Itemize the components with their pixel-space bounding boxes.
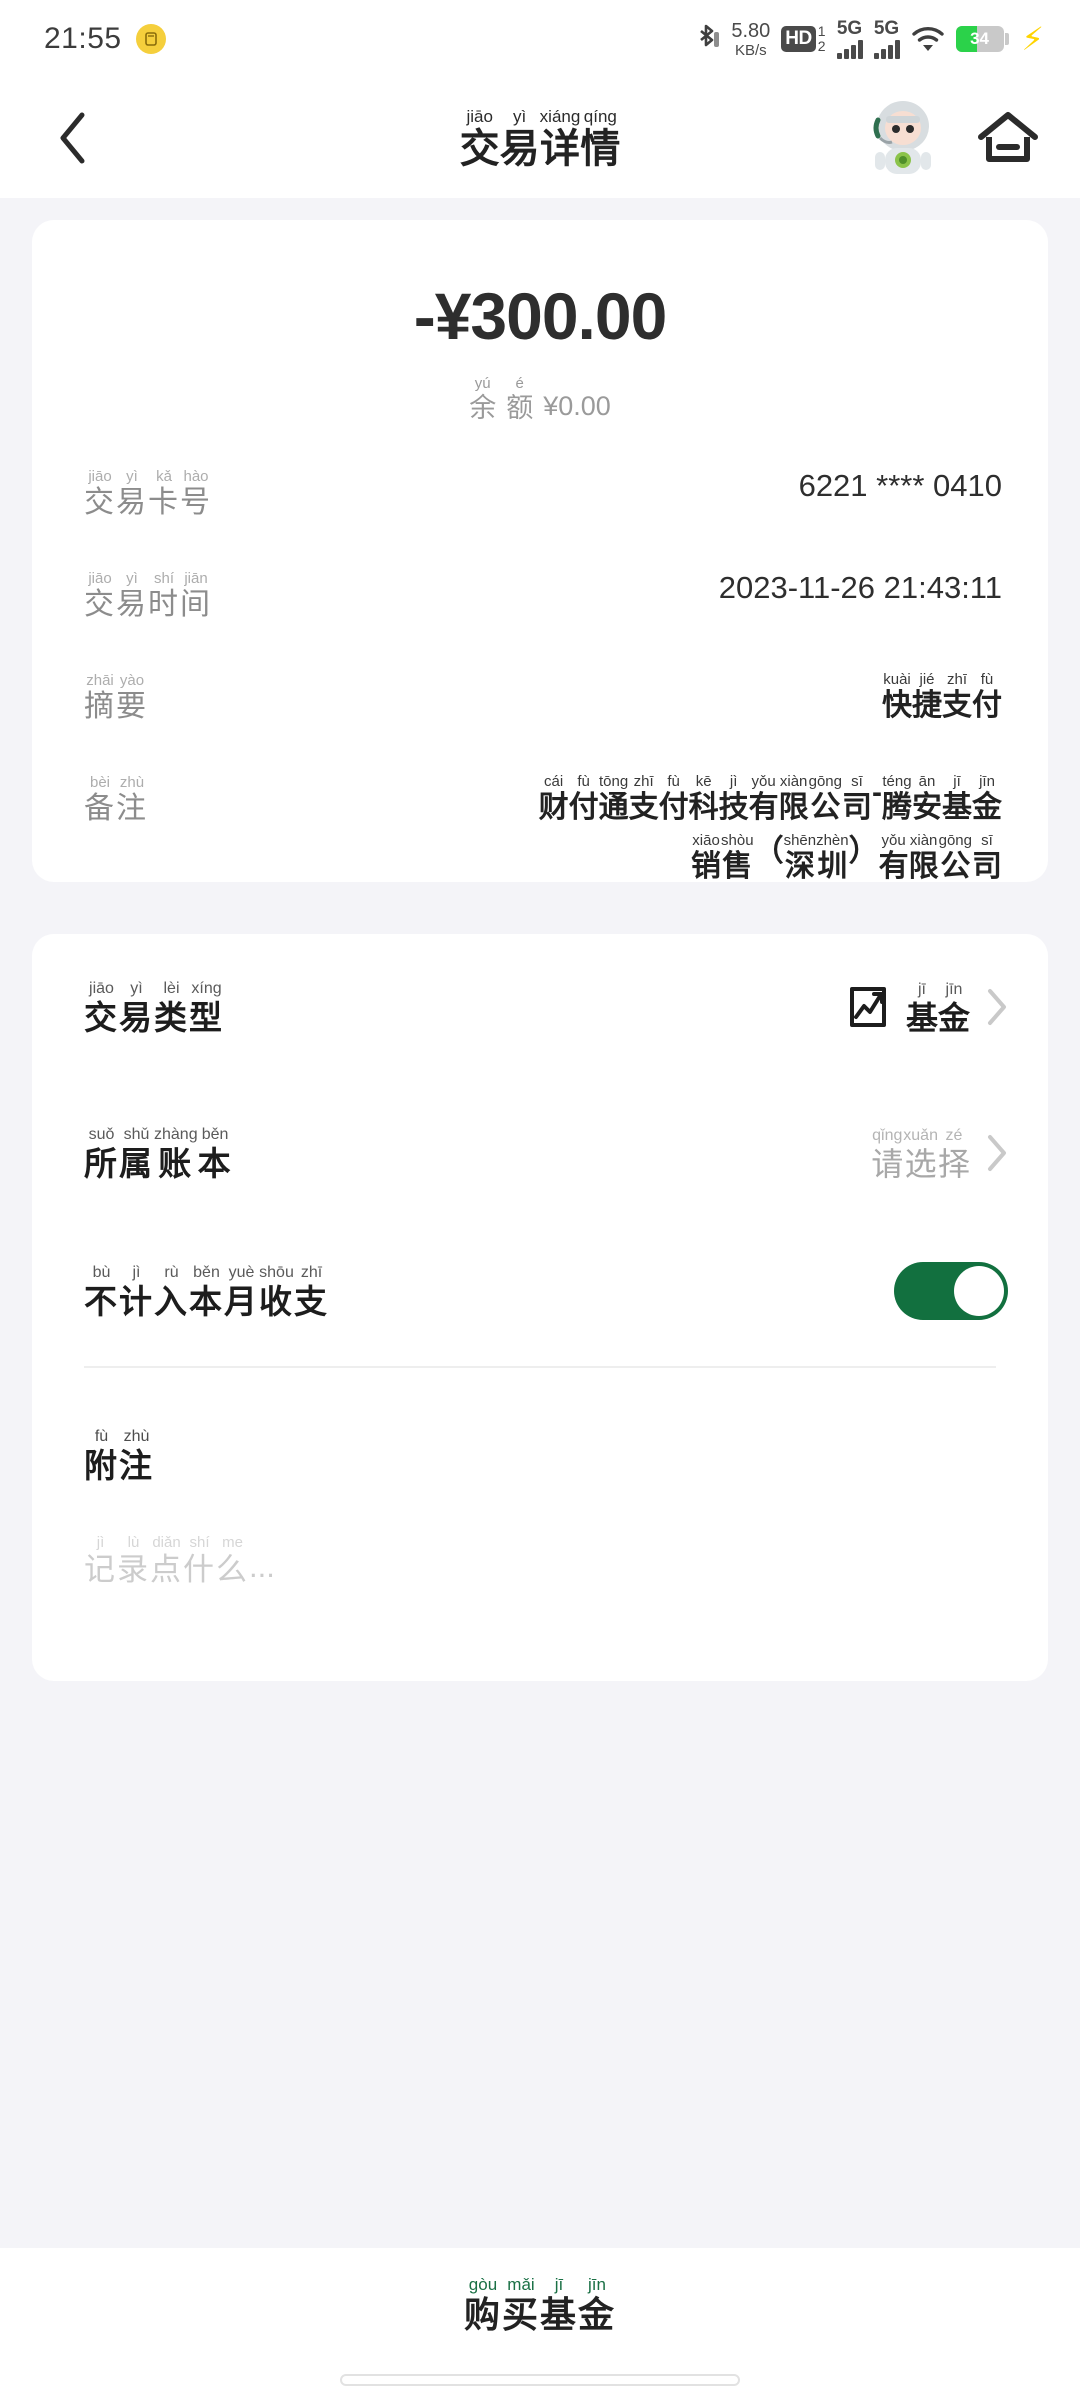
charging-bolt-icon: ⚡ (1021, 21, 1044, 57)
detail-label: zhāi 摘 yào 要 (84, 672, 148, 723)
exclude-from-month-toggle[interactable] (894, 1262, 1008, 1320)
hd-voice-icon: HD 1 2 (781, 23, 826, 54)
network-speed-value: 5.80 (731, 19, 771, 42)
remark-value: cái 财 fù 付 tōng 通 zhī 支 fù 付 kē 科 jì 技 yǒu 有 xià… (539, 774, 1002, 882)
sim2-network-label: 5G (873, 18, 900, 39)
astronaut-mascot-avatar[interactable] (866, 98, 940, 178)
note-placeholder-ellipsis: ... (249, 1549, 275, 1584)
status-time: 21:55 (44, 22, 122, 55)
battery-icon: 34 (955, 26, 1009, 52)
detail-label: jiāo 交 yì 易 kǎ 卡 hào 号 (84, 468, 212, 519)
summary-value: kuài 快 jié 捷 zhī 支 fù 付 (882, 671, 1002, 722)
detail-row-time: jiāo 交 yì 易 shí 时 jiān 间 2023-11-26 21:43:11 (32, 570, 1048, 620)
sim1-network-label: 5G (836, 18, 863, 39)
transaction-detail-card: -¥300.00 yú 余 é额 ¥0.00 jiāo 交 yì 易 kǎ 卡 hào 号… (32, 220, 1048, 882)
bluetooth-icon (694, 22, 720, 56)
transaction-amount: -¥300.00 (413, 279, 668, 353)
remark-line-1: cái 财 fù 付 tōng 通 zhī 支 fù 付 kē 科 jì 技 yǒu 有 xià… (538, 773, 1002, 824)
coin-icon (135, 24, 166, 54)
exclude-toggle-label: bù 不 jì 计 rù 入 běn 本 yuè 月 shōu 收 zhī 支 (84, 1264, 329, 1320)
app-header: jiāo 交 yì 易 xiáng 详 qíng 情 (0, 78, 1080, 198)
bottom-action-bar: gòu 购 mǎi 买 jī 基 jīn 金 (0, 2248, 1080, 2400)
transaction-time-value: 2023-11-26 21:43:11 (718, 570, 1002, 605)
balance-row: yú 余 é额 ¥0.00 (469, 375, 611, 423)
hd-slot-1: 1 (817, 23, 826, 40)
amount-block: -¥300.00 yú 余 é额 ¥0.00 (32, 220, 1048, 468)
row-exclude-toggle: bù 不 jì 计 rù 入 běn 本 yuè 月 shōu 收 zhī 支 (32, 1226, 1048, 1366)
card-number-value: 6221 **** 0410 (798, 468, 1002, 503)
row-transaction-type[interactable]: jiāo 交 yì 易 lèi 类 xíng 型 jī 基 jīn 金 (32, 934, 1048, 1080)
detail-row-summary: zhāi 摘 yào 要 kuài 快 jié 捷 zhī 支 fù 付 (32, 672, 1048, 722)
back-button[interactable] (40, 105, 106, 171)
note-input[interactable]: jì 记 lù 录 diǎn 点 shí 什 me 么 ... (84, 1534, 996, 1681)
balance-value: ¥0.00 (543, 391, 611, 421)
transaction-type-value: jī 基 jīn 金 (905, 980, 970, 1036)
sim2-signal-icon: 5G (873, 18, 900, 59)
remark-line-2: xiāo 销 shòu 售 （ shēn 深 zhèn 圳 ） yǒu 有 xiàn 限 g… (691, 832, 1002, 883)
options-card: jiāo 交 yì 易 lèi 类 xíng 型 jī 基 jīn 金 suǒ … (32, 934, 1048, 1681)
ledger-value: qǐng 请 xuǎn 选 zé 择 (871, 1126, 970, 1182)
fund-trend-icon (846, 983, 890, 1031)
status-bar-left: 21:55 (44, 22, 166, 56)
row-ledger[interactable]: suǒ 所 shǔ 属 zhàng 账 běn 本 qǐng 请 xuǎn 选 zé 择 (32, 1080, 1048, 1226)
home-icon[interactable] (976, 106, 1040, 170)
battery-percent: 34 (970, 29, 989, 48)
note-placeholder: jì 记 lù 录 diǎn 点 shí 什 me 么 ... (84, 1534, 275, 1587)
buy-fund-button[interactable]: gòu 购 mǎi 买 jī 基 jīn 金 (464, 2276, 616, 2333)
wifi-icon (911, 24, 945, 54)
detail-label: bèi 备 zhù 注 (84, 774, 148, 825)
page-content: -¥300.00 yú 余 é额 ¥0.00 jiāo 交 yì 易 kǎ 卡 hào 号… (0, 220, 1080, 1681)
toggle-knob (954, 1266, 1004, 1316)
hd-slot-2: 2 (817, 38, 826, 54)
transaction-type-label: jiāo 交 yì 易 lèi 类 xíng 型 (84, 980, 224, 1036)
detail-row-card-number: jiāo 交 yì 易 kǎ 卡 hào 号 6221 **** 0410 (32, 468, 1048, 518)
sim1-signal-icon: 5G (836, 18, 863, 59)
page-title-ruby: jiāo 交 yì 易 xiáng 详 qíng 情 (459, 106, 621, 171)
note-section: fù 附 zhù 注 jì 记 lù 录 diǎn 点 shí 什 me 么 ... (32, 1368, 1048, 1681)
note-label: fù 附 zhù 注 (84, 1428, 154, 1484)
detail-label: jiāo 交 yì 易 shí 时 jiān 间 (84, 570, 212, 621)
network-speed-unit: KB/s (734, 41, 767, 59)
chevron-right-icon (986, 1134, 1008, 1172)
status-bar: 21:55 5.80 KB/s HD 1 2 5G 5G 34 ⚡ (0, 0, 1080, 78)
hd-label: HD (781, 26, 816, 52)
status-bar-right: 5.80 KB/s HD 1 2 5G 5G 34 ⚡ (694, 19, 1044, 59)
detail-row-remark: bèi 备 zhù 注 cái 财 fù 付 tōng 通 zhī 支 fù 付 kē 科 jì… (32, 774, 1048, 882)
ledger-label: suǒ 所 shǔ 属 zhàng 账 běn 本 (84, 1126, 233, 1182)
chevron-right-icon (986, 988, 1008, 1026)
network-speed-indicator: 5.80 KB/s (731, 21, 770, 58)
home-indicator[interactable] (340, 2374, 740, 2386)
